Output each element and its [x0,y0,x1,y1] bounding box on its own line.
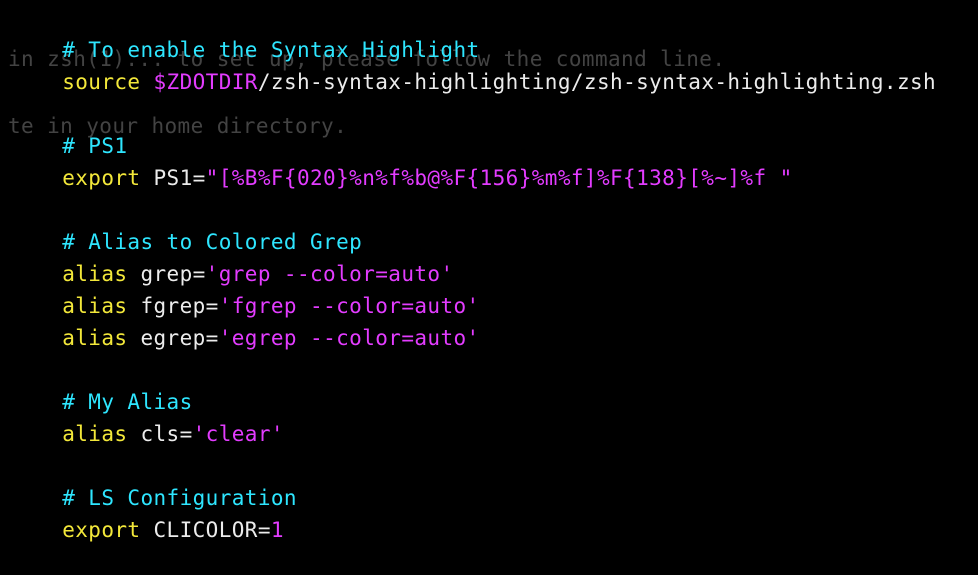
code-line: # LS Configuration [10,453,297,510]
terminal-editor[interactable]: in zsh(1)... to set up, please follow th… [0,0,978,542]
assignment: cls= [127,422,193,446]
assignment: CLICOLOR= [140,518,271,542]
string-literal: 'clear' [192,422,284,446]
code-line: alias grep='grep --color=auto' [10,229,454,286]
keyword: alias [62,422,128,446]
assignment: PS1= [140,166,206,190]
number-literal: 1 [270,518,284,542]
keyword: alias [62,326,128,350]
code-line: alias egrep='egrep --color=auto' [10,293,480,350]
string-literal: "[%B%F{020}%n%f%b@%F{156}%m%f]%F{138}[%~… [205,166,793,190]
code-line: export CLICOLOR=1 [10,485,284,542]
variable: $ZDOTDIR [153,70,258,94]
code-line: # Alias to Colored Grep [10,197,362,254]
code-line: source $ZDOTDIR/zsh-syntax-highlighting/… [10,37,936,94]
code-line: # My Alias [10,357,193,414]
code-line: alias fgrep='fgrep --color=auto' [10,261,480,318]
assignment: egrep= [127,326,219,350]
code-line: export PS1="[%B%F{020}%n%f%b@%F{156}%m%f… [10,133,793,190]
keyword: export [62,518,141,542]
keyword: export [62,166,141,190]
code-line: alias cls='clear' [10,389,284,446]
code-line: # PS1 [10,101,127,158]
string-literal: 'egrep --color=auto' [218,326,480,350]
keyword: source [62,70,141,94]
path-text: /zsh-syntax-highlighting/zsh-syntax-high… [257,70,937,94]
code-line: # To enable the Syntax Highlight [10,5,480,62]
